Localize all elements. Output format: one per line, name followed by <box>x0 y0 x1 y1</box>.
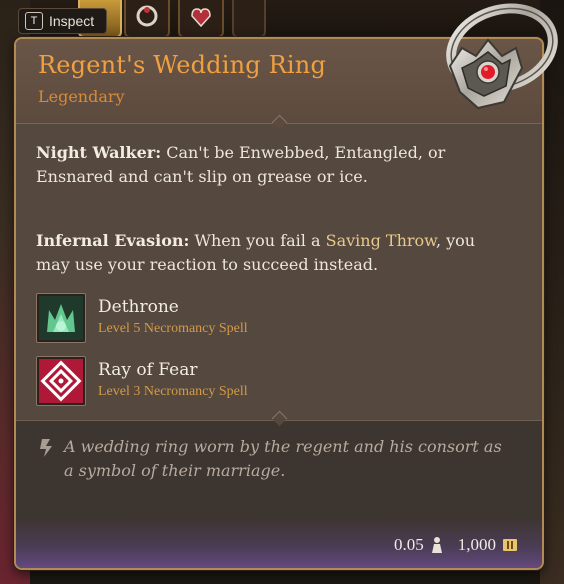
item-name: Regent's Wedding Ring <box>38 51 327 79</box>
spell-ray-of-fear[interactable]: Ray of Fear Level 3 Necromancy Spell <box>36 354 248 408</box>
tooltip-footer: 0.05 1,000 <box>16 517 542 568</box>
lore-text: A wedding ring worn by the regent and hi… <box>64 437 502 480</box>
quill-icon <box>40 439 52 457</box>
gold-coin-icon <box>503 539 517 551</box>
inspect-key: T <box>25 12 43 30</box>
green-crown-icon <box>36 293 86 343</box>
property-night-walker: Night Walker: Can't be Enwebbed, Entangl… <box>36 141 476 189</box>
property-name: Infernal Evasion: <box>36 231 190 250</box>
property-infernal-evasion: Infernal Evasion: When you fail a Saving… <box>36 229 476 277</box>
spell-detail: Level 5 Necromancy Spell <box>98 321 248 336</box>
item-value: 1,000 <box>457 535 496 554</box>
ring-slot-icon <box>136 5 158 27</box>
inspect-hint[interactable]: T Inspect <box>18 8 108 34</box>
item-values: 0.05 1,000 <box>394 535 518 555</box>
spell-detail: Level 3 Necromancy Spell <box>98 384 248 399</box>
spell-name: Ray of Fear <box>98 360 198 380</box>
inspect-label: Inspect <box>49 13 95 29</box>
spell-name: Dethrone <box>98 297 179 317</box>
saving-throw-link[interactable]: Saving Throw <box>326 231 436 250</box>
property-name: Night Walker: <box>36 143 162 162</box>
hotbar-slot-empty[interactable] <box>232 0 266 38</box>
ring-item-image <box>446 3 558 110</box>
weight-icon <box>431 537 442 553</box>
spell-dethrone[interactable]: Dethrone Level 5 Necromancy Spell <box>36 291 248 345</box>
hotbar-slot-amulet[interactable] <box>178 0 224 38</box>
item-rarity: Legendary <box>38 87 125 106</box>
item-weight: 0.05 <box>394 535 424 554</box>
hotbar-slot-ring[interactable] <box>124 0 170 38</box>
red-spiral-icon <box>36 356 86 406</box>
property-text: When you fail a <box>194 231 321 250</box>
heart-amulet-icon <box>191 8 211 28</box>
lore-section: A wedding ring worn by the regent and hi… <box>16 420 542 518</box>
